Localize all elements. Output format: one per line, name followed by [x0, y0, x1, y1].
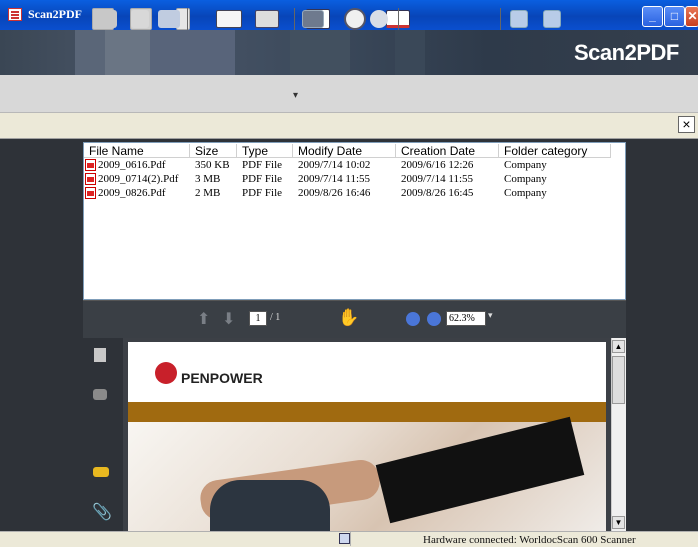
file-created: 2009/6/16 12:26: [401, 159, 474, 171]
column-header-folder-category[interactable]: Folder category: [499, 144, 611, 158]
scanner-status-icon: [339, 533, 350, 544]
file-name: 2009_0616.Pdf: [98, 159, 166, 171]
close-window-button[interactable]: ✕: [685, 6, 698, 27]
column-header-modify-date[interactable]: Modify Date: [293, 144, 396, 158]
view-mode-dropdown-arrow[interactable]: ▾: [293, 90, 298, 101]
table-row[interactable]: 2009_0826.Pdf 2 MB PDF File 2009/8/26 16…: [84, 187, 625, 200]
column-header-creation-date[interactable]: Creation Date: [396, 144, 499, 158]
file-type: PDF File: [242, 187, 283, 199]
photo-person: [210, 480, 330, 531]
file-folder: Company: [504, 187, 547, 199]
window-title: Scan2PDF: [28, 7, 82, 21]
page-total: / 1: [270, 312, 281, 323]
app-icon[interactable]: [8, 8, 22, 21]
scan2pdf-logo: Scan2PDF: [574, 40, 679, 65]
zoom-in-icon[interactable]: [427, 312, 441, 326]
file-size: 2 MB: [195, 187, 221, 199]
view-mode-icon[interactable]: [255, 10, 279, 28]
page-number-input[interactable]: 1: [249, 311, 267, 326]
gold-band: [128, 402, 606, 422]
attachment-icon[interactable]: 📎: [92, 502, 112, 522]
minimize-button[interactable]: _: [642, 6, 663, 27]
file-type: PDF File: [242, 159, 283, 171]
file-created: 2009/8/26 16:45: [401, 187, 474, 199]
scroll-down-arrow[interactable]: ▼: [612, 516, 625, 529]
file-list: File Name Size Type Modify Date Creation…: [83, 142, 626, 300]
previous-page-icon[interactable]: ⬆: [197, 309, 210, 329]
maximize-button[interactable]: □: [664, 6, 685, 27]
print-icon[interactable]: [99, 10, 117, 28]
banner-block: [75, 30, 105, 75]
file-created: 2009/7/14 11:55: [401, 173, 474, 185]
fit-page-icon[interactable]: [543, 10, 561, 28]
select-text-icon[interactable]: [302, 10, 324, 28]
fit-width-icon[interactable]: [510, 10, 528, 28]
close-panel-button[interactable]: ×: [678, 116, 695, 133]
penpower-brand: PENPOWER: [181, 370, 263, 386]
table-row[interactable]: 2009_0616.Pdf 350 KB PDF File 2009/7/14 …: [84, 159, 625, 172]
zoom-level-input[interactable]: 62.3%: [446, 311, 486, 326]
scroll-up-arrow[interactable]: ▲: [612, 340, 625, 353]
save-icon[interactable]: [131, 10, 149, 28]
status-divider: [350, 532, 351, 546]
file-folder: Company: [504, 159, 547, 171]
file-modified: 2009/7/14 10:02: [298, 159, 371, 171]
search-icon[interactable]: [344, 8, 366, 30]
table-row[interactable]: 2009_0714(2).Pdf 3 MB PDF File 2009/7/14…: [84, 173, 625, 186]
scroll-thumb[interactable]: [612, 356, 625, 404]
file-size: 3 MB: [195, 173, 221, 185]
file-size: 350 KB: [195, 159, 230, 171]
pdf-file-icon: [85, 187, 96, 199]
binoculars-icon[interactable]: [93, 389, 107, 400]
column-header-file-name[interactable]: File Name: [84, 144, 190, 158]
column-header-type[interactable]: Type: [237, 144, 293, 158]
zoom-tool-icon[interactable]: [370, 10, 388, 28]
zoom-dropdown-arrow[interactable]: ▾: [488, 310, 493, 321]
pdf-file-icon: [85, 159, 96, 171]
pages-icon[interactable]: [94, 348, 106, 362]
file-folder: Company: [504, 173, 547, 185]
toolbar-separator: [398, 8, 399, 30]
next-page-icon[interactable]: ⬇: [222, 309, 235, 329]
panel-header-strip: [0, 113, 698, 139]
toolbar-separator: [187, 8, 188, 30]
email-icon[interactable]: [216, 10, 242, 28]
toolbar-separator: [294, 8, 295, 30]
banner-block: [395, 30, 425, 75]
file-type: PDF File: [242, 173, 283, 185]
banner-block: [150, 30, 235, 75]
toolbar-separator: [500, 8, 501, 30]
pdf-file-icon: [85, 173, 96, 185]
email-document-icon[interactable]: [158, 10, 180, 28]
file-name: 2009_0826.Pdf: [98, 187, 166, 199]
penpower-logo-icon: [155, 362, 177, 384]
file-name: 2009_0714(2).Pdf: [98, 173, 179, 185]
column-header-size[interactable]: Size: [190, 144, 237, 158]
file-modified: 2009/8/26 16:46: [298, 187, 371, 199]
main-toolbar: [0, 75, 698, 113]
banner-block: [105, 30, 150, 75]
comments-icon[interactable]: [93, 467, 109, 477]
hand-tool-icon[interactable]: ✋: [338, 308, 359, 328]
status-text: Hardware connected: WorldocScan 600 Scan…: [423, 534, 636, 546]
zoom-out-icon[interactable]: [406, 312, 420, 326]
file-modified: 2009/7/14 11:55: [298, 173, 371, 185]
banner-block: [290, 30, 350, 75]
